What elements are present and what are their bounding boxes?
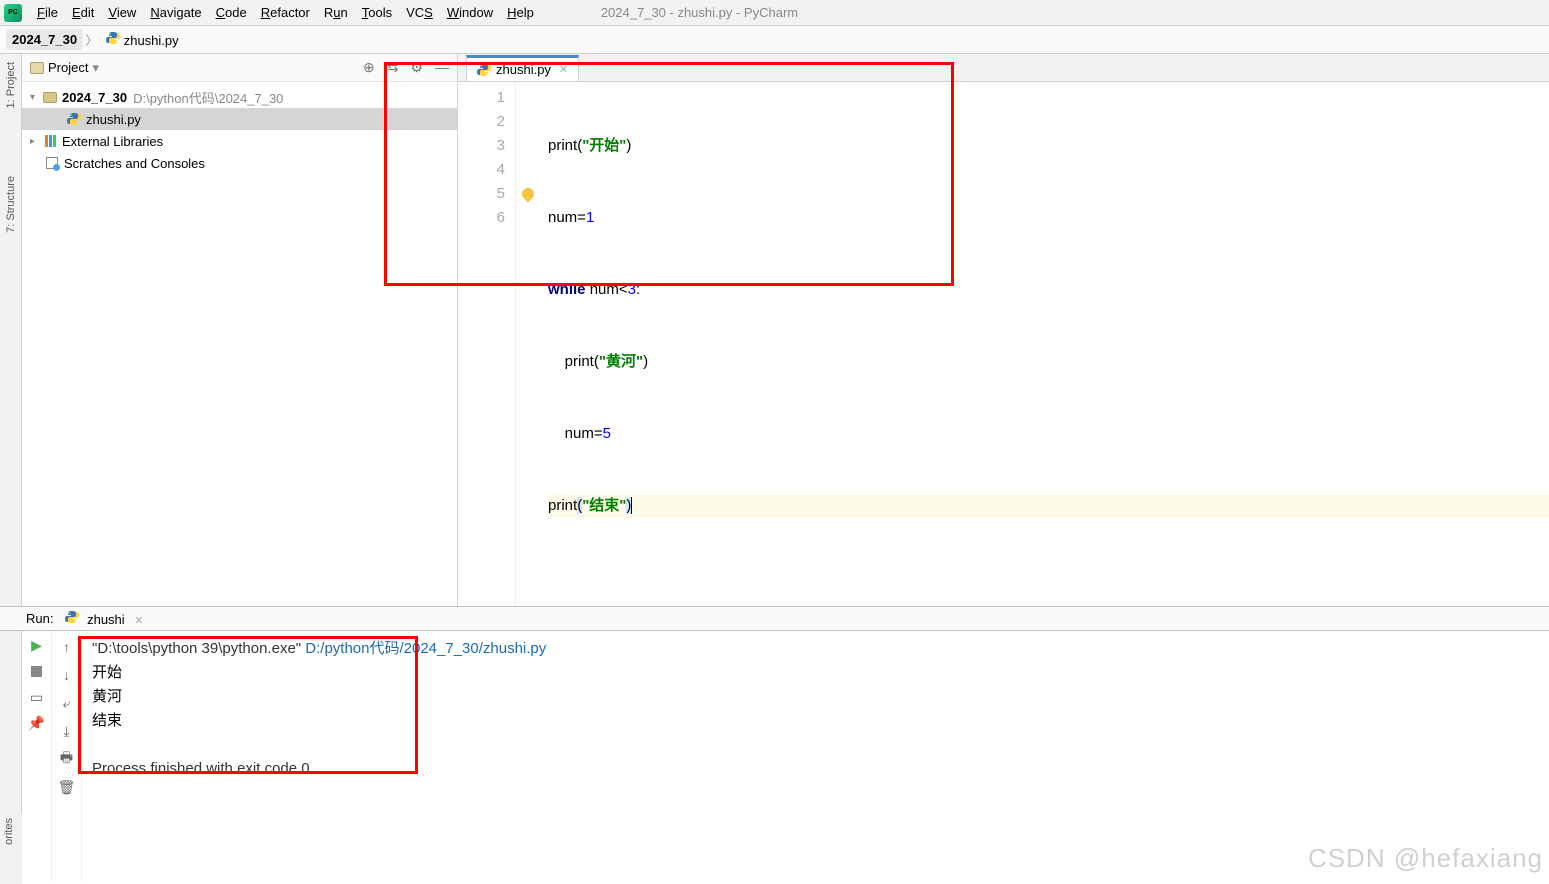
locate-icon[interactable]: ⊕ [363,59,375,76]
python-file-icon [65,610,79,624]
run-cmd-script: D:/python代码/2024_7_30/zhushi.py [305,640,546,657]
tree-file-zhushi[interactable]: zhushi.py [22,108,457,130]
run-output[interactable]: "D:\tools\python 39\python.exe" D:/pytho… [82,631,1549,882]
menu-edit[interactable]: Edit [65,3,101,22]
code-editor[interactable]: 123 456 print("开始") num=1 while num<3: p… [458,82,1549,606]
trash-icon[interactable]: 🗑 [59,779,75,795]
exit-code-line: Process finished with exit code 0 [92,757,1539,781]
python-file-icon [477,63,491,77]
scroll-icon[interactable]: ⤓ [59,723,75,739]
menu-tools[interactable]: Tools [355,3,399,22]
libraries-icon [42,134,58,148]
menu-vcs[interactable]: VCS [399,3,440,22]
up-arrow-icon[interactable]: ↑ [59,639,75,655]
close-icon[interactable]: ✕ [134,615,143,627]
run-tab-label: zhushi [87,612,125,627]
line-numbers: 123 456 [458,82,516,606]
output-line: 开始 [92,661,1539,685]
project-folder-icon [30,62,44,74]
tree-root-path: D:\python代码\2024_7_30 [133,88,283,107]
menu-navigate[interactable]: Navigate [143,3,208,22]
project-tree: ▾ 2024_7_30 D:\python代码\2024_7_30 zhushi… [22,82,457,178]
run-cmd-exe: "D:\tools\python 39\python.exe" [92,640,305,657]
collapse-icon[interactable]: — [435,59,449,76]
tree-file-label: zhushi.py [86,112,141,127]
menubar: PC File Edit View Navigate Code Refactor… [0,0,1549,26]
editor-area: zhushi.py ✕ 123 456 print("开始") num=1 wh… [458,54,1549,606]
down-arrow-icon[interactable]: ↓ [59,667,75,683]
editor-tab-label: zhushi.py [496,62,551,77]
window-title: 2024_7_30 - zhushi.py - PyCharm [601,5,798,20]
tab-project[interactable]: 1: Project [5,58,17,112]
tree-scratches[interactable]: Scratches and Consoles [22,152,457,174]
wrap-icon[interactable]: ⤶ [59,695,75,711]
run-tab[interactable]: zhushi ✕ [65,610,143,627]
python-file-icon [106,31,120,45]
code-content[interactable]: print("开始") num=1 while num<3: print("黄河… [540,82,1549,606]
tree-root-name: 2024_7_30 [62,90,127,105]
breadcrumb: 2024_7_30 〉 zhushi.py [0,26,1549,54]
dropdown-icon[interactable]: ▾ [92,60,99,76]
run-toolbar-2: ↑ ↓ ⤶ ⤓ 🖶 🗑 [52,631,82,882]
run-toolbar-1: ▶ ▭ 📌 [22,631,52,882]
tree-scratch-label: Scratches and Consoles [64,156,205,171]
expand-icon[interactable]: ⇆ [387,59,399,76]
pin-icon[interactable]: 📌 [29,715,45,731]
menu-view[interactable]: View [101,3,143,22]
folder-icon [43,92,57,103]
bottom-left-strip: orites [0,814,22,884]
run-play-icon[interactable]: ▶ [29,637,45,653]
menu-window[interactable]: Window [440,3,500,22]
project-sidebar: Project ▾ ⊕ ⇆ ⚙ — ▾ 2024_7_30 D:\python代… [22,54,458,606]
run-panel: ▶ ▭ 📌 ↑ ↓ ⤶ ⤓ 🖶 🗑 "D:\tools\python 39\py… [0,630,1549,882]
chevron-down-icon[interactable]: ▾ [30,92,42,103]
scratches-icon [46,157,58,169]
run-label: Run: [26,611,53,626]
tree-root[interactable]: ▾ 2024_7_30 D:\python代码\2024_7_30 [22,86,457,108]
menu-refactor[interactable]: Refactor [254,3,317,22]
editor-tabbar: zhushi.py ✕ [458,54,1549,82]
run-panel-header: Run: zhushi ✕ [0,606,1549,630]
breadcrumb-sep-icon: 〉 [85,30,98,49]
chevron-right-icon[interactable]: ▸ [30,136,42,147]
output-line: 结束 [92,709,1539,733]
lightbulb-icon[interactable] [520,186,537,203]
menu-code[interactable]: Code [209,3,254,22]
close-tab-icon[interactable]: ✕ [559,63,568,76]
breadcrumb-root[interactable]: 2024_7_30 [6,29,83,50]
stop-icon[interactable] [29,663,45,679]
sidebar-header: Project ▾ ⊕ ⇆ ⚙ — [22,54,457,82]
menu-run[interactable]: Run [317,3,355,22]
breadcrumb-file[interactable]: zhushi.py [100,28,185,51]
breadcrumb-file-label: zhushi.py [124,33,179,48]
left-tool-strip: 1: Project 7: Structure [0,54,22,606]
print-icon[interactable]: 🖶 [59,751,75,767]
sidebar-title: Project [48,60,88,75]
gear-icon[interactable]: ⚙ [410,59,423,76]
tab-favorites[interactable]: orites [0,814,18,849]
editor-tab-zhushi[interactable]: zhushi.py ✕ [466,55,579,81]
tree-extlib-label: External Libraries [62,134,163,149]
tab-structure[interactable]: 7: Structure [5,172,17,237]
pycharm-logo-icon: PC [4,4,22,22]
output-line: 黄河 [92,685,1539,709]
menu-file[interactable]: File [30,3,65,22]
layout-icon[interactable]: ▭ [29,689,45,705]
menu-help[interactable]: Help [500,3,541,22]
gutter-icons [516,82,540,606]
python-file-icon [67,112,81,126]
tree-external-libraries[interactable]: ▸ External Libraries [22,130,457,152]
